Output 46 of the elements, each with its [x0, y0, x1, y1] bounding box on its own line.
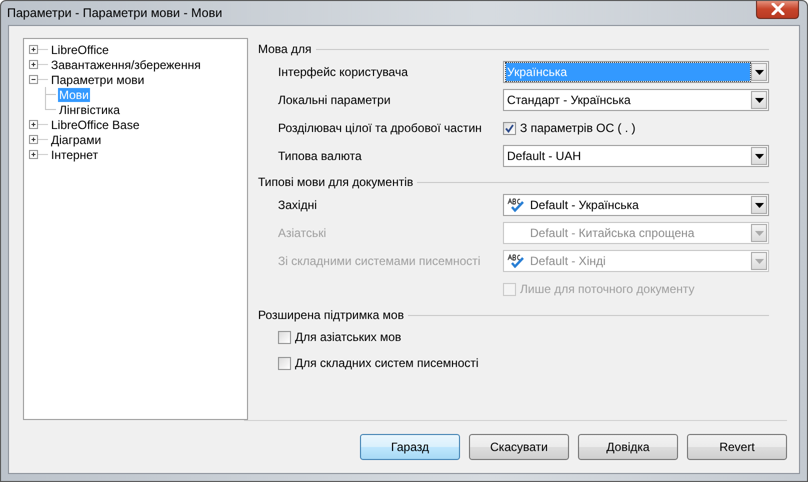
close-button[interactable] — [756, 1, 799, 18]
dropdown-value: Default - UAH — [506, 148, 582, 165]
checkbox-label[interactable]: З параметрів ОС ( . ) — [520, 121, 636, 135]
checkbox[interactable] — [278, 356, 291, 370]
dialog-button[interactable]: Гаразд — [360, 434, 460, 460]
field-label: Локальні параметри — [278, 93, 392, 107]
language-dropdown[interactable]: Default - Українська — [503, 194, 769, 216]
dialog-button[interactable]: Скасувати — [469, 434, 569, 460]
expand-icon[interactable] — [28, 57, 50, 72]
checkbox-label[interactable]: Для складних систем писемності — [295, 356, 479, 370]
dropdown-value: Стандарт - Українська — [506, 92, 632, 109]
tree-item[interactable]: Інтернет — [50, 148, 100, 162]
checkbox-label[interactable]: Для азіатських мов — [295, 330, 402, 344]
dropdown-value: Default - Українська — [529, 197, 640, 214]
field-label: Типова валюта — [278, 149, 363, 163]
expand-icon[interactable] — [28, 147, 50, 162]
section-heading: Розширена підтримка мов — [258, 308, 404, 322]
tree-item[interactable]: Діаграми — [50, 132, 102, 146]
dialog-button[interactable]: Довідка — [578, 434, 678, 460]
expand-icon[interactable] — [28, 117, 50, 132]
tree-item[interactable]: Параметри мови — [50, 72, 146, 86]
spellcheck-icon — [507, 198, 525, 212]
section-heading: Типові мови для документів — [258, 175, 414, 189]
tree-item[interactable]: Завантаження/збереження — [50, 58, 202, 72]
tree-item[interactable]: Лінгвістика — [58, 102, 121, 116]
dialog-button[interactable]: Revert — [687, 434, 787, 460]
tree-item[interactable]: LibreOffice Base — [50, 118, 140, 132]
field-label: Інтерфейс користувача — [278, 65, 409, 79]
field-label: Розділювач цілої та дробової частин — [278, 121, 483, 135]
language-dropdown[interactable]: Default - UAH — [503, 145, 769, 167]
field-label: Зі складними системами писемності — [278, 254, 482, 268]
spellcheck-icon — [507, 254, 525, 268]
dropdown-value: Default - Китайська спрощена — [529, 225, 696, 242]
tree-item[interactable]: LibreOffice — [50, 42, 110, 56]
expand-icon[interactable] — [28, 42, 50, 57]
dropdown-value: Default - Хінді — [529, 253, 607, 270]
field-label: Західні — [278, 198, 318, 212]
dropdown-value: Українська — [506, 63, 750, 81]
checkbox[interactable] — [503, 122, 516, 134]
language-dropdown[interactable]: Стандарт - Українська — [503, 89, 769, 111]
checkbox[interactable] — [278, 330, 291, 344]
expand-icon[interactable] — [28, 132, 50, 147]
field-label: Азіатські — [278, 226, 328, 240]
section-heading: Мова для — [258, 42, 312, 56]
window-title: Параметри - Параметри мови - Мови — [7, 6, 222, 20]
close-icon — [770, 2, 784, 14]
